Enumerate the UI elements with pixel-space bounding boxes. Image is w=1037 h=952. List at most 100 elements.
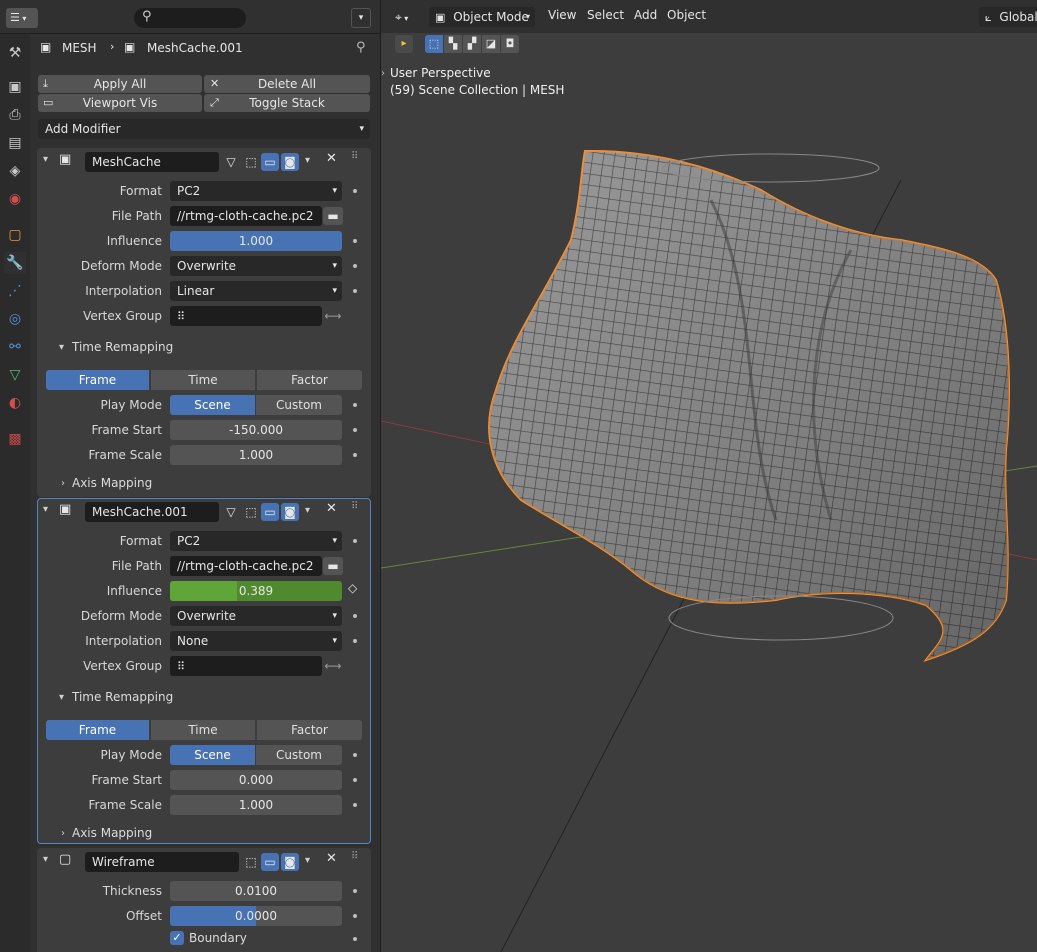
influence-slider[interactable]: 0.389 [170,581,342,601]
close-icon[interactable]: ✕ [326,501,337,516]
modifier-name-field[interactable]: Wireframe [85,852,239,872]
search-input[interactable]: ⚲ [134,8,246,28]
scene-tab-icon[interactable]: ◈ [4,160,26,182]
particles-tab-icon[interactable]: ⋰ [4,280,26,302]
add-modifier-dropdown[interactable]: Add Modifier ▾ [38,119,370,139]
tweak-tool-icon[interactable]: ▸ [395,35,413,53]
tab-time[interactable]: Time [151,370,255,390]
influence-slider[interactable]: 1.000 [170,231,342,251]
mode-dropdown[interactable]: ▣ Object Mode ▾ [429,7,535,27]
collapse-chevron-icon[interactable]: ▾ [43,504,48,515]
invert-arrows-icon[interactable]: ⟷ [323,657,343,675]
edit-mode-cage-icon[interactable]: ▽ [222,153,240,171]
vertex-group-input[interactable]: ⠿ [170,656,322,676]
tab-time[interactable]: Time [151,720,255,740]
keyframe-dot[interactable] [353,753,357,757]
folder-icon[interactable]: ▬ [323,207,343,225]
toolbar-expand-chevron-icon[interactable]: › [381,68,385,79]
keyframe-dot[interactable] [353,239,357,243]
view-layer-tab-icon[interactable]: ▤ [4,132,26,154]
close-icon[interactable]: ✕ [326,151,337,166]
play-mode-scene-button[interactable]: Scene [170,745,255,765]
viewport-vis-button[interactable]: ▭ Viewport Vis [38,94,202,112]
keyframe-dot[interactable] [353,914,357,918]
axis-mapping-chevron-icon[interactable]: › [61,828,65,839]
tab-factor[interactable]: Factor [257,720,362,740]
play-mode-custom-button[interactable]: Custom [256,395,342,415]
realtime-monitor-icon[interactable]: ▭ [261,503,279,521]
constraints-tab-icon[interactable]: ⚯ [4,336,26,358]
keyframe-dot[interactable] [353,428,357,432]
keyframe-dot[interactable] [353,189,357,193]
keyframe-dot[interactable] [353,539,357,543]
play-mode-scene-button[interactable]: Scene [170,395,255,415]
menu-add[interactable]: Add [634,8,657,22]
deform-mode-dropdown[interactable]: Overwrite ▾ [170,256,342,276]
frame-scale-field[interactable]: 1.000 [170,445,342,465]
editor-type-dropdown[interactable]: ☰ ▾ [6,8,38,28]
keyframe-dot[interactable] [353,803,357,807]
keyframe-dot[interactable] [353,453,357,457]
tab-frame[interactable]: Frame [46,370,149,390]
file-path-input[interactable]: //rtmg-cloth-cache.pc2 [170,556,322,576]
modifier-name-field[interactable]: MeshCache [85,152,219,172]
drag-handle-icon[interactable]: ⠿ [351,151,358,162]
select-difference-icon[interactable]: ◪ [482,35,500,53]
physics-tab-icon[interactable]: ◎ [4,308,26,330]
frame-start-field[interactable]: 0.000 [170,770,342,790]
select-box-new-icon[interactable]: ⬚ [425,35,443,53]
interpolation-dropdown[interactable]: Linear ▾ [170,281,342,301]
modifier-options-chevron-icon[interactable]: ▾ [305,855,310,866]
time-remapping-chevron-icon[interactable]: ▾ [59,342,64,353]
axis-mapping-header[interactable]: Axis Mapping [72,826,152,840]
modifier-options-chevron-icon[interactable]: ▾ [305,505,310,516]
texture-tab-icon[interactable]: ▩ [4,428,26,450]
keyframe-dot[interactable] [353,639,357,643]
play-mode-custom-button[interactable]: Custom [256,745,342,765]
folder-icon[interactable]: ▬ [323,557,343,575]
menu-object[interactable]: Object [667,8,706,22]
modifier-name-field[interactable]: MeshCache.001 [85,502,219,522]
viewport-scene[interactable] [381,0,1037,952]
thickness-field[interactable]: 0.0100 [170,881,342,901]
edit-mode-icon[interactable]: ⬚ [242,153,260,171]
interpolation-dropdown[interactable]: None ▾ [170,631,342,651]
render-camera-icon[interactable]: ◙ [281,503,299,521]
select-intersect-icon[interactable]: ◘ [501,35,519,53]
select-extend-icon[interactable]: ▚ [444,35,462,53]
toggle-stack-button[interactable]: ⤢ Toggle Stack [204,94,370,112]
axis-mapping-header[interactable]: Axis Mapping [72,476,152,490]
keyframe-dot[interactable] [353,289,357,293]
tab-frame[interactable]: Frame [46,720,149,740]
render-camera-icon[interactable]: ◙ [281,853,299,871]
select-subtract-icon[interactable]: ▞ [463,35,481,53]
options-dropdown[interactable]: ▾ [351,8,371,28]
offset-slider[interactable]: 0.0000 [170,906,342,926]
boundary-checkbox[interactable]: ✓ [170,931,184,945]
axis-mapping-chevron-icon[interactable]: › [61,478,65,489]
tool-tab-icon[interactable]: ⚒ [4,42,26,64]
time-remapping-chevron-icon[interactable]: ▾ [59,692,64,703]
keyframe-dot[interactable] [353,778,357,782]
keyframe-dot[interactable] [353,264,357,268]
realtime-monitor-icon[interactable]: ▭ [261,853,279,871]
collapse-chevron-icon[interactable]: ▾ [43,854,48,865]
material-tab-icon[interactable]: ◐ [4,392,26,414]
keyframe-dot[interactable] [353,889,357,893]
edit-mode-icon[interactable]: ⬚ [242,503,260,521]
modifier-tab-icon[interactable]: 🔧 [4,252,26,274]
data-tab-icon[interactable]: ▽ [4,364,26,386]
edit-mode-icon[interactable]: ⬚ [242,853,260,871]
keyframe-diamond-icon[interactable]: ◇ [348,581,357,595]
delete-all-button[interactable]: ✕ Delete All [204,75,370,93]
vertex-group-input[interactable]: ⠿ [170,306,322,326]
invert-arrows-icon[interactable]: ⟷ [323,307,343,325]
world-tab-icon[interactable]: ◉ [4,188,26,210]
transform-orientation-dropdown[interactable]: ⟀ Global [979,7,1037,27]
realtime-monitor-icon[interactable]: ▭ [261,153,279,171]
pin-icon[interactable]: ⚲ [356,40,366,55]
keyframe-dot[interactable] [353,403,357,407]
edit-mode-cage-icon[interactable]: ▽ [222,503,240,521]
menu-view[interactable]: View [548,8,576,22]
tab-factor[interactable]: Factor [257,370,362,390]
